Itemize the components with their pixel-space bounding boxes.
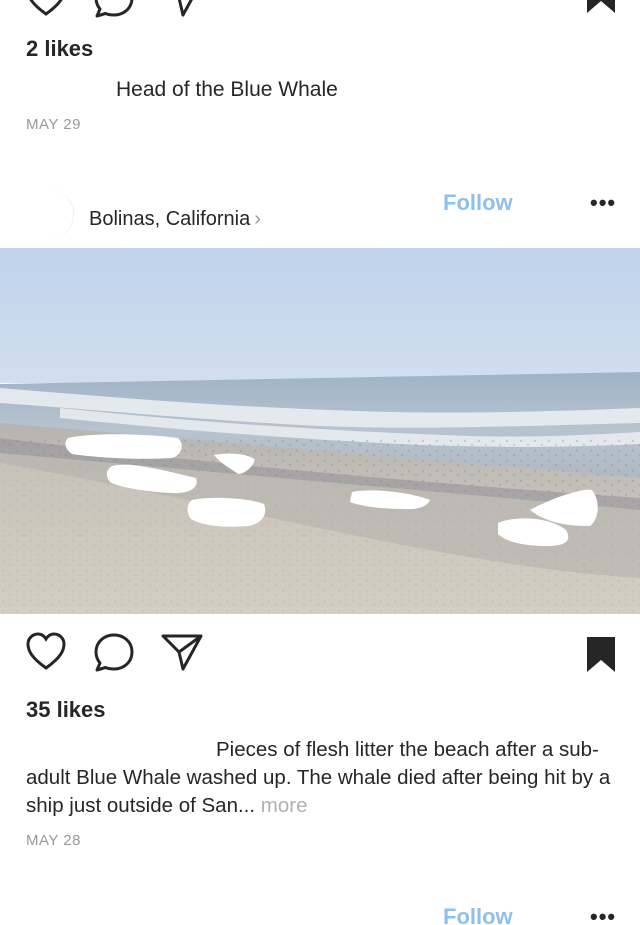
bookmark-icon[interactable] — [586, 0, 616, 19]
more-link[interactable]: more — [261, 794, 308, 817]
more-options-button[interactable]: ••• — [590, 190, 616, 216]
chevron-right-icon: › — [254, 208, 261, 230]
location-link[interactable]: Bolinas, California › — [89, 208, 261, 231]
share-icon[interactable] — [160, 632, 204, 677]
post-action-bar — [0, 632, 640, 680]
share-icon[interactable] — [160, 0, 204, 23]
heart-icon[interactable] — [24, 0, 68, 23]
feed: 2 likes Head of the Blue Whale MAY 29 Bo… — [0, 0, 640, 925]
caption-text: Pieces of flesh litter the beach after a… — [26, 738, 611, 817]
comment-icon[interactable] — [92, 0, 136, 25]
heart-icon[interactable] — [24, 632, 68, 677]
post-caption: Pieces of flesh litter the beach after a… — [26, 736, 616, 820]
prev-post-action-bar — [0, 0, 640, 18]
more-options-button[interactable]: ••• — [590, 904, 616, 925]
location-label: Bolinas, California — [89, 208, 251, 230]
post-date: MAY 29 — [26, 116, 81, 133]
bookmark-icon[interactable] — [586, 637, 616, 678]
post-header: Follow ••• — [0, 904, 640, 925]
follow-button[interactable]: Follow — [443, 190, 513, 216]
likes-count[interactable]: 2 likes — [26, 36, 93, 62]
follow-button[interactable]: Follow — [443, 904, 513, 925]
post-header: Bolinas, California › Follow ••• — [0, 188, 640, 248]
comment-icon[interactable] — [92, 632, 136, 679]
post-caption: Head of the Blue Whale — [116, 78, 338, 101]
post-date: MAY 28 — [26, 832, 81, 849]
likes-count[interactable]: 35 likes — [26, 697, 106, 723]
post-photo[interactable] — [0, 248, 640, 614]
avatar[interactable] — [22, 188, 74, 240]
